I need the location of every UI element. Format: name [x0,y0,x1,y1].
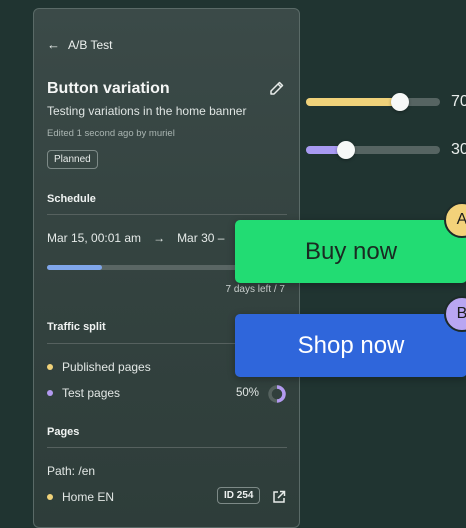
edited-meta: Edited 1 second ago by muriel [47,128,175,139]
schedule-heading: Schedule [47,193,96,205]
page-id-badge: ID 254 [217,487,261,504]
donut-icon [268,385,286,403]
arrow-right-icon: → [153,231,166,245]
page-item-home-en[interactable]: Home EN [47,490,114,504]
days-left: 7 days left / 7 [225,284,285,295]
variant-a-percent: 70 [451,93,466,110]
test-title: Button variation [47,80,170,97]
divider [47,214,287,215]
edit-icon[interactable] [269,80,285,96]
back-link[interactable]: ← A/B Test [47,37,112,52]
test-dot-icon [47,390,53,396]
variant-b-slider[interactable] [306,146,440,154]
traffic-item-label: Published pages [62,360,151,374]
status-badge: Planned [47,150,98,169]
variant-b-percent: 30 [451,141,466,158]
traffic-item-test: Test pages [47,386,120,400]
variant-b-slider-handle[interactable] [337,141,356,159]
buy-now-button[interactable]: Buy now [235,220,466,283]
traffic-item-label: Test pages [62,386,121,400]
arrow-left-icon: ← [47,37,60,52]
pages-heading: Pages [47,426,80,438]
test-description: Testing variations in the home banner [47,104,247,118]
traffic-item-published: Published pages [47,360,151,374]
schedule-range: Mar 15, 00:01 am → Mar 30 – [47,231,224,245]
schedule-end: Mar 30 – [177,231,225,245]
divider [47,447,287,448]
shop-now-button[interactable]: Shop now [235,314,466,377]
traffic-split-heading: Traffic split [47,321,106,333]
slider-fill [306,98,400,106]
schedule-start: Mar 15, 00:01 am [47,231,142,245]
page-dot-icon [47,494,53,500]
published-dot-icon [47,364,53,370]
variant-a-slider-handle[interactable] [390,93,409,111]
schedule-progress-fill [47,265,103,270]
back-label: A/B Test [68,37,113,52]
external-link-icon[interactable] [272,490,286,504]
test-pages-percent: 50% [235,387,259,399]
page-item-label: Home EN [62,490,115,504]
page-path: Path: /en [47,464,96,478]
variant-a-slider[interactable] [306,98,440,106]
